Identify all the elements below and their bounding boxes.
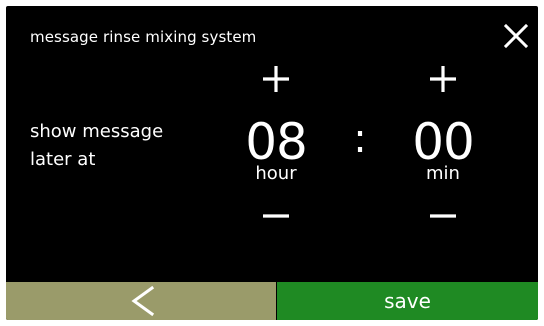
- minute-increment-button[interactable]: [426, 62, 460, 96]
- hour-decrement-button[interactable]: [259, 199, 293, 233]
- minute-decrement-button[interactable]: [426, 199, 460, 233]
- save-button-label: save: [384, 289, 431, 313]
- setting-label-line2: later at: [30, 149, 96, 170]
- save-button[interactable]: save: [277, 282, 538, 320]
- plus-icon: [430, 66, 456, 92]
- minute-value: 00: [412, 113, 475, 171]
- back-button[interactable]: [6, 282, 276, 320]
- screen: message rinse mixing system show message…: [6, 6, 538, 320]
- hour-value: 08: [245, 113, 308, 171]
- close-icon: [503, 23, 529, 49]
- hour-increment-button[interactable]: [259, 62, 293, 96]
- chevron-left-icon: [131, 285, 155, 317]
- setting-label-line1: show message: [30, 121, 164, 142]
- plus-icon: [263, 66, 289, 92]
- page-title: message rinse mixing system: [30, 28, 257, 46]
- setting-label: show message later at: [30, 118, 200, 174]
- minus-icon: [263, 214, 289, 218]
- hour-unit-label: hour: [255, 163, 297, 184]
- minus-icon: [430, 214, 456, 218]
- time-separator: :: [353, 116, 367, 162]
- minute-unit-label: min: [426, 163, 460, 184]
- close-button[interactable]: [502, 22, 530, 50]
